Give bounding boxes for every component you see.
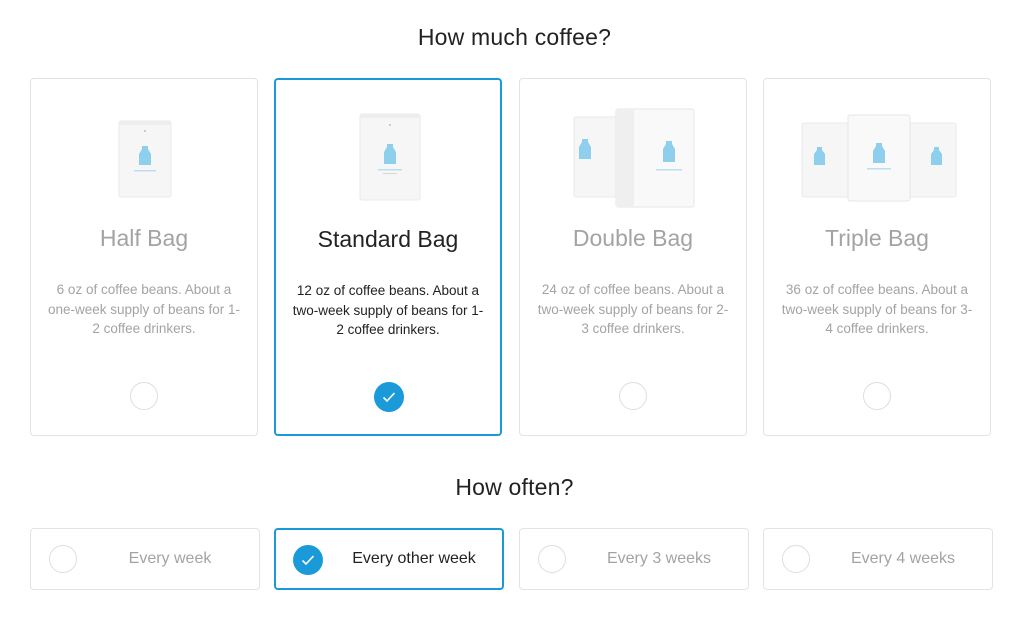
every-week-label: Every week [128,550,212,567]
double-bag-title: Double Bag [572,225,694,251]
frequency-every-other-week[interactable]: Every other week [274,528,504,590]
every-week-radio[interactable] [49,545,77,573]
half-bag-image [31,99,257,219]
every-other-week-radio-checked[interactable] [293,545,323,575]
half-bag-description: 6 oz of coffee beans. About a one-week s… [47,282,241,336]
quantity-heading: How much coffee? [417,24,612,50]
every-3-weeks-label: Every 3 weeks [606,550,712,567]
double-bag-description: 24 oz of coffee beans. About a two-week … [537,282,729,336]
frequency-every-4-weeks[interactable]: Every 4 weeks [763,528,993,590]
frequency-heading: How often? [455,474,574,500]
frequency-every-3-weeks[interactable]: Every 3 weeks [519,528,749,590]
frequency-every-week[interactable]: Every week [30,528,260,590]
double-bag-radio[interactable] [619,382,647,410]
standard-bag-title: Standard Bag [317,226,459,252]
checkmark-icon [301,555,315,566]
standard-bag-description: 12 oz of coffee beans. About a two-week … [292,283,484,337]
standard-bag-image [276,100,500,220]
option-standard-bag[interactable]: Standard Bag 12 oz of coffee beans. Abou… [274,78,502,436]
every-4-weeks-radio[interactable] [782,545,810,573]
double-bag-image [520,99,746,219]
option-half-bag[interactable]: Half Bag 6 oz of coffee beans. About a o… [30,78,258,436]
standard-bag-radio-checked[interactable] [374,382,404,412]
every-3-weeks-radio[interactable] [538,545,566,573]
every-4-weeks-label: Every 4 weeks [850,550,956,567]
triple-bag-description: 36 oz of coffee beans. About a two-week … [781,282,973,336]
triple-bag-title: Triple Bag [825,225,929,251]
triple-bag-radio[interactable] [863,382,891,410]
every-other-week-label: Every other week [352,550,476,567]
option-triple-bag[interactable]: Triple Bag 36 oz of coffee beans. About … [763,78,991,436]
option-double-bag[interactable]: Double Bag 24 oz of coffee beans. About … [519,78,747,436]
half-bag-title: Half Bag [99,225,189,251]
half-bag-radio[interactable] [130,382,158,410]
triple-bag-image [764,99,990,219]
checkmark-icon [382,392,396,403]
